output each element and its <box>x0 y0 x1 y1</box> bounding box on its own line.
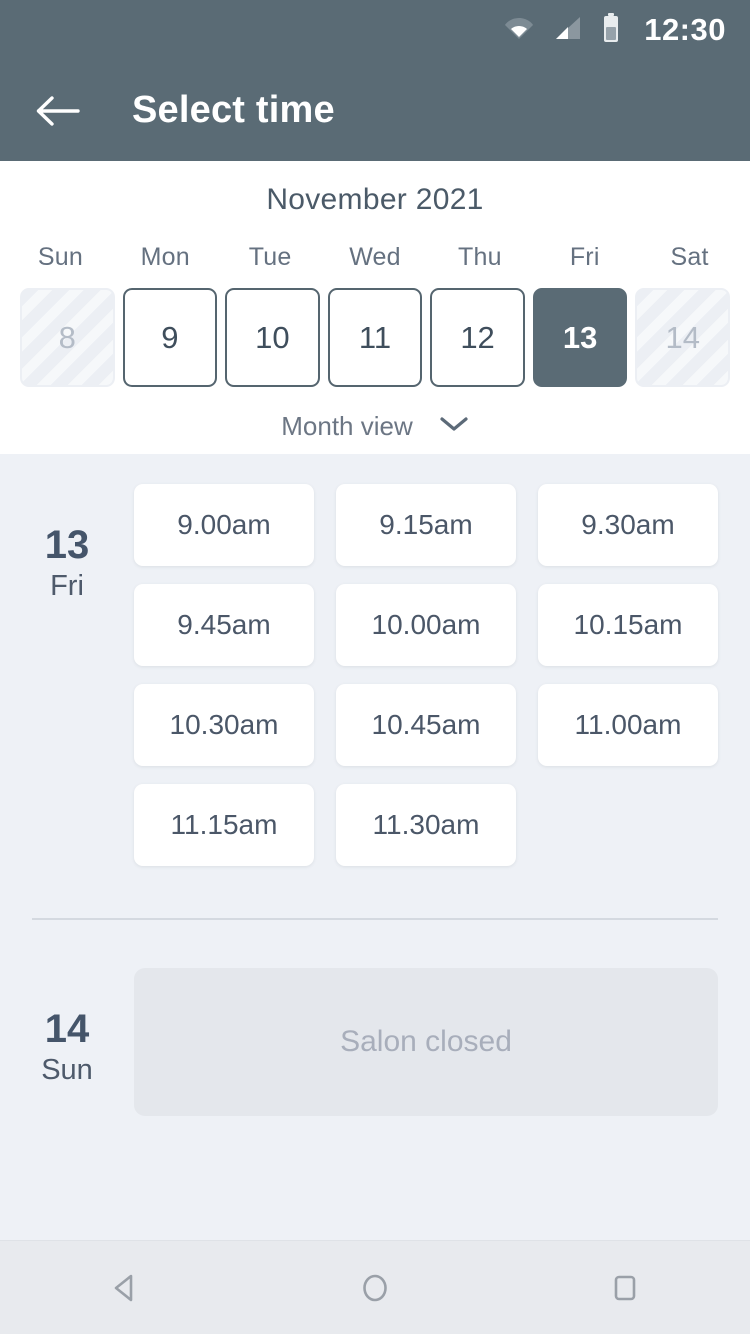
open-day-block: 13 Fri 9.00am 9.15am 9.30am 9.45am 10.00… <box>0 454 750 866</box>
time-slot[interactable]: 9.30am <box>538 484 718 566</box>
month-view-toggle[interactable]: Month view <box>0 411 750 442</box>
time-slot[interactable]: 11.00am <box>538 684 718 766</box>
weekday-header-sat: Sat <box>670 243 709 271</box>
nav-recents-button[interactable] <box>570 1253 680 1323</box>
weekday-header-row: Sun Mon Tue Wed Thu Fri Sat <box>0 243 750 272</box>
closed-day-label: 14 Sun <box>0 968 134 1116</box>
weekday-header-sun: Sun <box>37 243 83 271</box>
schedule-content: 13 Fri 9.00am 9.15am 9.30am 9.45am 10.00… <box>0 454 750 1240</box>
page-title: Select time <box>132 89 335 131</box>
open-day-number: 13 <box>44 523 90 567</box>
salon-closed-message: Salon closed <box>340 1025 512 1058</box>
time-slot-grid: 9.00am 9.15am 9.30am 9.45am 10.00am 10.1… <box>134 484 750 866</box>
status-bar: 12:30 <box>0 0 750 60</box>
calendar-panel: November 2021 Sun Mon Tue Wed Thu Fri Sa… <box>0 161 750 454</box>
weekday-header-wed: Wed <box>349 243 401 271</box>
weekday-header-thu: Thu <box>458 243 502 271</box>
recents-nav-icon <box>614 1275 636 1300</box>
open-day-name: Fri <box>50 570 84 602</box>
time-slot[interactable]: 10.30am <box>134 684 314 766</box>
day-cell-11[interactable]: 11 <box>327 288 423 387</box>
back-nav-icon <box>114 1274 133 1301</box>
salon-closed-panel: Salon closed <box>134 968 718 1116</box>
closed-day-block: 14 Sun Salon closed <box>0 920 750 1116</box>
home-nav-icon <box>363 1274 387 1301</box>
day-cell-12[interactable]: 12 <box>430 288 525 387</box>
day-cell-13[interactable]: 13 <box>532 288 628 387</box>
open-day-label: 13 Fri <box>0 484 134 866</box>
nav-home-button[interactable] <box>320 1253 430 1323</box>
time-slot[interactable]: 9.45am <box>134 584 314 666</box>
weekday-header-tue: Tue <box>248 243 292 271</box>
arrow-left-icon <box>36 95 80 126</box>
status-clock: 12:30 <box>644 12 726 47</box>
day-cell-9[interactable]: 9 <box>122 288 218 387</box>
battery-icon <box>602 12 620 48</box>
weekday-header-mon: Mon <box>140 243 190 271</box>
app-bar: Select time <box>0 60 750 161</box>
time-slot[interactable]: 11.30am <box>336 784 516 866</box>
time-slot[interactable]: 9.00am <box>134 484 314 566</box>
time-slot[interactable]: 10.00am <box>336 584 516 666</box>
chevron-down-icon <box>439 415 469 438</box>
closed-day-name: Sun <box>41 1054 93 1086</box>
time-slot[interactable]: 11.15am <box>134 784 314 866</box>
calendar-month-label: November 2021 <box>266 183 484 216</box>
time-slot[interactable]: 9.15am <box>336 484 516 566</box>
phone-screen: 12:30 Select time November 2021 Sun Mon … <box>0 0 750 1334</box>
wifi-icon <box>504 15 534 46</box>
week-day-strip: 8 9 10 11 12 13 14 <box>0 288 750 387</box>
day-cell-8: 8 <box>20 288 115 387</box>
back-button[interactable] <box>32 85 84 137</box>
nav-back-button[interactable] <box>70 1253 180 1323</box>
cellular-signal-icon <box>554 15 582 46</box>
time-slot[interactable]: 10.45am <box>336 684 516 766</box>
android-nav-bar <box>0 1240 750 1334</box>
status-icon-group <box>504 12 620 48</box>
time-slot[interactable]: 10.15am <box>538 584 718 666</box>
closed-day-number: 14 <box>44 1007 90 1051</box>
day-cell-10[interactable]: 10 <box>225 288 320 387</box>
weekday-header-fri: Fri <box>569 243 600 271</box>
month-view-label: Month view <box>281 411 413 441</box>
day-cell-14: 14 <box>635 288 730 387</box>
